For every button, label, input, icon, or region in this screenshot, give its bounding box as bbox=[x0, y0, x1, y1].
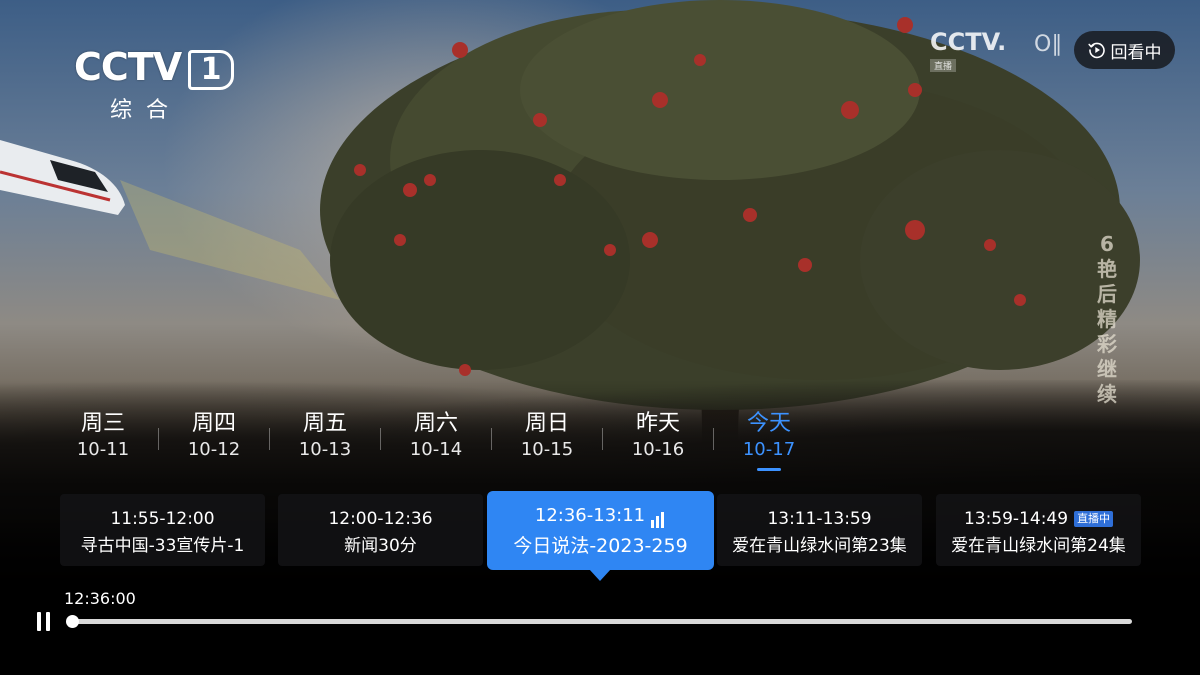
replay-label: 回看中 bbox=[1110, 42, 1162, 63]
date-tab-sun[interactable]: 周日 10-15 bbox=[492, 410, 602, 470]
program-card[interactable]: 11:55-12:00 寻古中国-33宣传片-1 bbox=[60, 494, 265, 566]
signal-bars-icon bbox=[651, 506, 666, 528]
watermark-sub-text: 直播 bbox=[930, 59, 957, 72]
vertical-promo-text: 6 艳 后 精 彩 继 续 bbox=[1097, 232, 1117, 406]
pause-button[interactable] bbox=[34, 611, 54, 633]
program-list: 11:55-12:00 寻古中国-33宣传片-1 12:00-12:36 新闻3… bbox=[0, 491, 1200, 584]
date-tab-thu[interactable]: 周四 10-12 bbox=[159, 410, 269, 470]
date-tab-wed[interactable]: 周三 10-11 bbox=[48, 410, 158, 470]
date-tab-today[interactable]: 今天 10-17 bbox=[714, 410, 824, 471]
program-time: 12:00-12:36 bbox=[328, 509, 433, 529]
date-tab-fri[interactable]: 周五 10-13 bbox=[270, 410, 380, 470]
pause-icon bbox=[37, 612, 41, 631]
channel-number: 1 bbox=[188, 50, 234, 90]
program-title: 爱在青山绿水间第23集 bbox=[732, 536, 907, 556]
progress-bar[interactable] bbox=[66, 615, 1132, 628]
channel-name: 综合 bbox=[110, 98, 183, 123]
broadcaster-watermark: CCTV. 直播 O∥ bbox=[930, 30, 1063, 72]
program-title: 新闻30分 bbox=[344, 536, 417, 556]
progress-knob[interactable] bbox=[66, 615, 79, 628]
date-tab-sat[interactable]: 周六 10-14 bbox=[381, 410, 491, 470]
program-time: 13:59-14:49 bbox=[963, 509, 1069, 529]
watermark-extra: O∥ bbox=[1034, 32, 1063, 57]
program-card-selected[interactable]: 12:36-13:11 今日说法-2023-259 bbox=[487, 491, 714, 581]
selection-pointer bbox=[589, 569, 611, 581]
program-time: 11:55-12:00 bbox=[110, 509, 215, 529]
program-card[interactable]: 13:11-13:59 爱在青山绿水间第23集 bbox=[717, 494, 922, 566]
replay-status-button[interactable]: 回看中 bbox=[1074, 31, 1175, 69]
channel-logo-text: CCTV bbox=[74, 45, 182, 89]
live-badge: 直播中 bbox=[1074, 511, 1114, 527]
date-tab-yesterday[interactable]: 昨天 10-16 bbox=[603, 410, 713, 470]
program-time: 12:36-13:11 bbox=[534, 505, 646, 526]
current-time: 12:36:00 bbox=[64, 589, 136, 608]
channel-logo: CCTV 1 综合 bbox=[74, 45, 234, 123]
program-card[interactable]: 12:00-12:36 新闻30分 bbox=[278, 494, 483, 566]
date-tabs: 周三 10-11 周四 10-12 周五 10-13 周六 10-14 周日 1… bbox=[48, 410, 824, 471]
replay-circle-play-icon bbox=[1087, 42, 1105, 59]
program-title: 爱在青山绿水间第24集 bbox=[951, 536, 1126, 556]
program-title: 今日说法-2023-259 bbox=[513, 535, 688, 557]
program-card-live[interactable]: 13:59-14:49 直播中 爱在青山绿水间第24集 bbox=[936, 494, 1141, 566]
program-time: 13:11-13:59 bbox=[767, 509, 872, 529]
program-title: 寻古中国-33宣传片-1 bbox=[80, 536, 245, 556]
active-tab-underline bbox=[757, 468, 781, 471]
